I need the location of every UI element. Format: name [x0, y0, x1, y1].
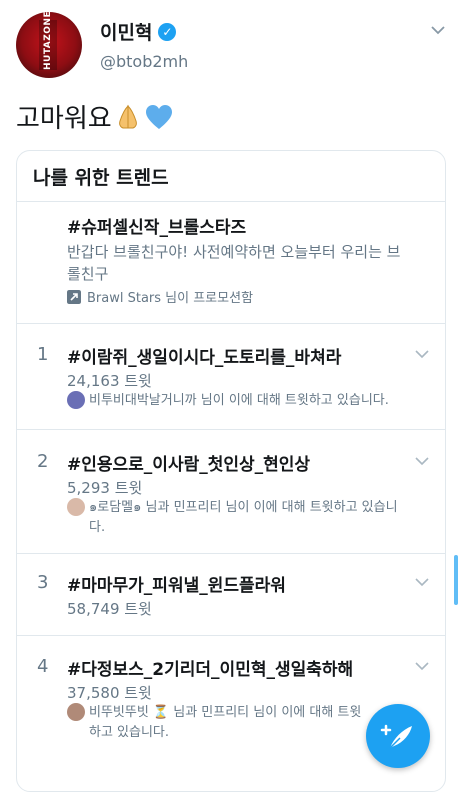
trend-context: 비투비대박날거니까 님이 이에 대해 트윗하고 있습니다.	[67, 391, 389, 411]
trend-tweet-count: 58,749 트윗	[67, 600, 152, 618]
context-user-avatar	[67, 498, 85, 516]
context-user-avatar	[67, 391, 85, 409]
promoted-arrow-icon	[67, 289, 81, 304]
divider	[17, 553, 445, 554]
scrollbar[interactable]	[454, 555, 458, 605]
avatar-logo-text: HUTAZONE	[39, 12, 57, 70]
trend-name[interactable]: #마마무가_피워낼_윈드플라워	[67, 571, 286, 596]
divider	[17, 429, 445, 430]
trend-context-text: 비뚜빗뚜빗 ⏳ 님과 민프리티 님이 이에 대해 트윗하고 있습니다.	[89, 705, 362, 740]
trend-name[interactable]: #다정보스_2기리더_이민혁_생일축하해	[67, 655, 353, 680]
profile-name[interactable]: 이민혁 ✓	[100, 18, 177, 45]
trend-options-chevron-down-icon[interactable]	[413, 573, 431, 591]
tweet-text-content: 고마워요	[16, 104, 112, 134]
compose-tweet-button[interactable]	[366, 704, 430, 768]
trend-rank: 2	[37, 451, 49, 472]
profile-name-text: 이민혁	[100, 22, 153, 44]
promoted-trend-description: 반갑다 브롤친구야! 사전예약하면 오늘부터 우리는 브롤친구	[67, 243, 401, 283]
tweet-text: 고마워요	[16, 98, 174, 135]
tweet-options-chevron-down-icon[interactable]	[428, 20, 448, 40]
blue-heart-emoji-icon	[145, 104, 172, 129]
trend-context: 비뚜빗뚜빗 ⏳ 님과 민프리티 님이 이에 대해 트윗하고 있습니다.	[67, 703, 367, 743]
promoted-by-line: Brawl Stars 님이 프로모션함	[67, 287, 253, 306]
trend-context-text: ๑로담멜๑ 님과 민프리티 님이 이에 대해 트윗하고 있습니다.	[89, 500, 398, 535]
trend-tweet-count: 24,163 트윗	[67, 372, 152, 390]
trend-options-chevron-down-icon[interactable]	[413, 345, 431, 363]
compose-feather-plus-icon	[380, 724, 412, 749]
divider	[17, 635, 445, 636]
trends-card-title: 나를 위한 트렌드	[33, 167, 169, 189]
verified-badge-icon: ✓	[158, 22, 177, 41]
divider	[17, 201, 445, 202]
trend-name[interactable]: #이람쥐_생일이시다_도토리를_바쳐라	[67, 343, 341, 368]
trend-name[interactable]: #인용으로_이사람_첫인상_현인상	[67, 450, 310, 475]
trend-tweet-count: 37,580 트윗	[67, 684, 152, 702]
context-user-avatar	[67, 703, 85, 721]
trends-card: 나를 위한 트렌드 #슈퍼셀신작_브롤스타즈 반갑다 브롤친구야! 사전예약하면…	[16, 150, 446, 792]
trend-rank: 3	[37, 572, 49, 593]
divider	[17, 323, 445, 324]
profile-handle: @btob2mh	[100, 52, 189, 71]
trend-context-text: 비투비대박날거니까 님이 이에 대해 트윗하고 있습니다.	[89, 393, 389, 408]
trend-rank: 4	[37, 656, 49, 677]
trend-tweet-count: 5,293 트윗	[67, 479, 143, 497]
promoted-by-text: Brawl Stars 님이 프로모션함	[87, 291, 254, 306]
profile-avatar[interactable]: HUTAZONE	[16, 12, 82, 78]
folded-hands-emoji-icon	[118, 104, 137, 128]
trend-options-chevron-down-icon[interactable]	[413, 452, 431, 470]
trend-rank: 1	[37, 344, 49, 365]
promoted-trend-title[interactable]: #슈퍼셀신작_브롤스타즈	[67, 213, 246, 238]
trend-context: ๑로담멜๑ 님과 민프리티 님이 이에 대해 트윗하고 있습니다.	[67, 498, 407, 538]
trend-options-chevron-down-icon[interactable]	[413, 657, 431, 675]
